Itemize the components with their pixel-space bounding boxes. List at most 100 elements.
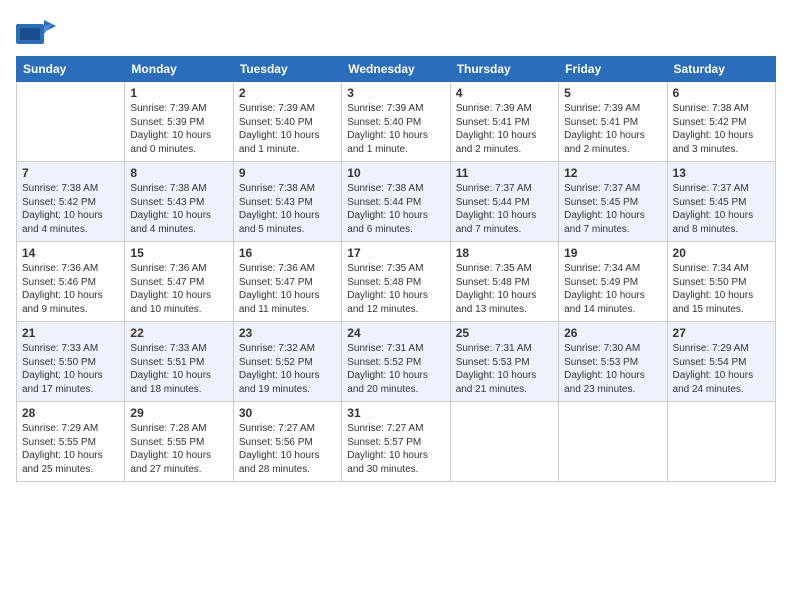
day-info: Sunrise: 7:37 AM Sunset: 5:44 PM Dayligh… bbox=[456, 182, 553, 236]
day-number: 24 bbox=[347, 326, 444, 340]
calendar-header-wednesday: Wednesday bbox=[342, 57, 450, 82]
day-info: Sunrise: 7:33 AM Sunset: 5:50 PM Dayligh… bbox=[22, 342, 119, 396]
calendar-cell: 12 Sunrise: 7:37 AM Sunset: 5:45 PM Dayli… bbox=[559, 162, 667, 242]
calendar-header-friday: Friday bbox=[559, 57, 667, 82]
calendar-cell bbox=[667, 402, 775, 482]
day-info: Sunrise: 7:34 AM Sunset: 5:49 PM Dayligh… bbox=[564, 262, 661, 316]
calendar-table: SundayMondayTuesdayWednesdayThursdayFrid… bbox=[16, 56, 776, 482]
day-number: 10 bbox=[347, 166, 444, 180]
calendar-cell: 23 Sunrise: 7:32 AM Sunset: 5:52 PM Dayli… bbox=[233, 322, 341, 402]
day-info: Sunrise: 7:36 AM Sunset: 5:47 PM Dayligh… bbox=[130, 262, 227, 316]
calendar-cell: 3 Sunrise: 7:39 AM Sunset: 5:40 PM Daylig… bbox=[342, 82, 450, 162]
calendar-cell: 28 Sunrise: 7:29 AM Sunset: 5:55 PM Dayli… bbox=[17, 402, 125, 482]
day-number: 15 bbox=[130, 246, 227, 260]
day-number: 7 bbox=[22, 166, 119, 180]
day-info: Sunrise: 7:28 AM Sunset: 5:55 PM Dayligh… bbox=[130, 422, 227, 476]
calendar-cell: 7 Sunrise: 7:38 AM Sunset: 5:42 PM Daylig… bbox=[17, 162, 125, 242]
day-info: Sunrise: 7:38 AM Sunset: 5:43 PM Dayligh… bbox=[130, 182, 227, 236]
calendar-cell: 15 Sunrise: 7:36 AM Sunset: 5:47 PM Dayli… bbox=[125, 242, 233, 322]
calendar-header-thursday: Thursday bbox=[450, 57, 558, 82]
calendar-cell: 5 Sunrise: 7:39 AM Sunset: 5:41 PM Daylig… bbox=[559, 82, 667, 162]
day-number: 19 bbox=[564, 246, 661, 260]
calendar-header-row: SundayMondayTuesdayWednesdayThursdayFrid… bbox=[17, 57, 776, 82]
day-info: Sunrise: 7:39 AM Sunset: 5:39 PM Dayligh… bbox=[130, 102, 227, 156]
calendar-cell: 4 Sunrise: 7:39 AM Sunset: 5:41 PM Daylig… bbox=[450, 82, 558, 162]
day-number: 17 bbox=[347, 246, 444, 260]
calendar-cell: 29 Sunrise: 7:28 AM Sunset: 5:55 PM Dayli… bbox=[125, 402, 233, 482]
day-info: Sunrise: 7:36 AM Sunset: 5:47 PM Dayligh… bbox=[239, 262, 336, 316]
calendar-cell: 10 Sunrise: 7:38 AM Sunset: 5:44 PM Dayli… bbox=[342, 162, 450, 242]
day-number: 22 bbox=[130, 326, 227, 340]
calendar-cell: 25Sunrise: 7:31 AM Sunset: 5:53 PM Dayli… bbox=[450, 322, 558, 402]
day-number: 31 bbox=[347, 406, 444, 420]
calendar-cell: 14 Sunrise: 7:36 AM Sunset: 5:46 PM Dayli… bbox=[17, 242, 125, 322]
day-number: 5 bbox=[564, 86, 661, 100]
day-number: 18 bbox=[456, 246, 553, 260]
calendar-week-2: 7 Sunrise: 7:38 AM Sunset: 5:42 PM Daylig… bbox=[17, 162, 776, 242]
day-number: 1 bbox=[130, 86, 227, 100]
day-info: Sunrise: 7:29 AM Sunset: 5:55 PM Dayligh… bbox=[22, 422, 119, 476]
day-number: 14 bbox=[22, 246, 119, 260]
calendar-cell: 17 Sunrise: 7:35 AM Sunset: 5:48 PM Dayli… bbox=[342, 242, 450, 322]
day-info: Sunrise: 7:32 AM Sunset: 5:52 PM Dayligh… bbox=[239, 342, 336, 396]
calendar-header-monday: Monday bbox=[125, 57, 233, 82]
day-info: Sunrise: 7:39 AM Sunset: 5:40 PM Dayligh… bbox=[347, 102, 444, 156]
day-number: 4 bbox=[456, 86, 553, 100]
day-info: Sunrise: 7:38 AM Sunset: 5:44 PM Dayligh… bbox=[347, 182, 444, 236]
day-info: Sunrise: 7:39 AM Sunset: 5:41 PM Dayligh… bbox=[456, 102, 553, 156]
day-info: Sunrise: 7:37 AM Sunset: 5:45 PM Dayligh… bbox=[673, 182, 770, 236]
day-number: 25 bbox=[456, 326, 553, 340]
calendar-cell: 27Sunrise: 7:29 AM Sunset: 5:54 PM Dayli… bbox=[667, 322, 775, 402]
day-number: 29 bbox=[130, 406, 227, 420]
day-info: Sunrise: 7:37 AM Sunset: 5:45 PM Dayligh… bbox=[564, 182, 661, 236]
day-number: 2 bbox=[239, 86, 336, 100]
calendar-header-saturday: Saturday bbox=[667, 57, 775, 82]
page-header bbox=[16, 16, 776, 48]
day-info: Sunrise: 7:30 AM Sunset: 5:53 PM Dayligh… bbox=[564, 342, 661, 396]
day-info: Sunrise: 7:35 AM Sunset: 5:48 PM Dayligh… bbox=[456, 262, 553, 316]
day-info: Sunrise: 7:38 AM Sunset: 5:43 PM Dayligh… bbox=[239, 182, 336, 236]
calendar-cell: 31 Sunrise: 7:27 AM Sunset: 5:57 PM Dayli… bbox=[342, 402, 450, 482]
calendar-cell: 13 Sunrise: 7:37 AM Sunset: 5:45 PM Dayli… bbox=[667, 162, 775, 242]
day-number: 16 bbox=[239, 246, 336, 260]
calendar-cell bbox=[450, 402, 558, 482]
day-number: 8 bbox=[130, 166, 227, 180]
calendar-cell: 21 Sunrise: 7:33 AM Sunset: 5:50 PM Dayli… bbox=[17, 322, 125, 402]
calendar-cell: 19 Sunrise: 7:34 AM Sunset: 5:49 PM Dayli… bbox=[559, 242, 667, 322]
day-info: Sunrise: 7:39 AM Sunset: 5:40 PM Dayligh… bbox=[239, 102, 336, 156]
logo bbox=[16, 16, 60, 48]
day-info: Sunrise: 7:36 AM Sunset: 5:46 PM Dayligh… bbox=[22, 262, 119, 316]
day-info: Sunrise: 7:27 AM Sunset: 5:57 PM Dayligh… bbox=[347, 422, 444, 476]
calendar-week-3: 14 Sunrise: 7:36 AM Sunset: 5:46 PM Dayli… bbox=[17, 242, 776, 322]
day-number: 9 bbox=[239, 166, 336, 180]
calendar-cell: 30 Sunrise: 7:27 AM Sunset: 5:56 PM Dayli… bbox=[233, 402, 341, 482]
day-info: Sunrise: 7:31 AM Sunset: 5:52 PM Dayligh… bbox=[347, 342, 444, 396]
calendar-cell: 1 Sunrise: 7:39 AM Sunset: 5:39 PM Daylig… bbox=[125, 82, 233, 162]
calendar-week-5: 28 Sunrise: 7:29 AM Sunset: 5:55 PM Dayli… bbox=[17, 402, 776, 482]
day-number: 13 bbox=[673, 166, 770, 180]
day-number: 20 bbox=[673, 246, 770, 260]
day-number: 6 bbox=[673, 86, 770, 100]
day-number: 23 bbox=[239, 326, 336, 340]
calendar-cell: 6 Sunrise: 7:38 AM Sunset: 5:42 PM Daylig… bbox=[667, 82, 775, 162]
calendar-cell: 18 Sunrise: 7:35 AM Sunset: 5:48 PM Dayli… bbox=[450, 242, 558, 322]
day-number: 12 bbox=[564, 166, 661, 180]
calendar-cell bbox=[17, 82, 125, 162]
day-info: Sunrise: 7:35 AM Sunset: 5:48 PM Dayligh… bbox=[347, 262, 444, 316]
day-number: 3 bbox=[347, 86, 444, 100]
calendar-cell: 20 Sunrise: 7:34 AM Sunset: 5:50 PM Dayli… bbox=[667, 242, 775, 322]
day-number: 21 bbox=[22, 326, 119, 340]
calendar-cell: 22Sunrise: 7:33 AM Sunset: 5:51 PM Dayli… bbox=[125, 322, 233, 402]
calendar-cell: 2 Sunrise: 7:39 AM Sunset: 5:40 PM Daylig… bbox=[233, 82, 341, 162]
day-info: Sunrise: 7:38 AM Sunset: 5:42 PM Dayligh… bbox=[673, 102, 770, 156]
day-info: Sunrise: 7:38 AM Sunset: 5:42 PM Dayligh… bbox=[22, 182, 119, 236]
day-number: 11 bbox=[456, 166, 553, 180]
calendar-header-tuesday: Tuesday bbox=[233, 57, 341, 82]
day-info: Sunrise: 7:34 AM Sunset: 5:50 PM Dayligh… bbox=[673, 262, 770, 316]
day-info: Sunrise: 7:27 AM Sunset: 5:56 PM Dayligh… bbox=[239, 422, 336, 476]
day-info: Sunrise: 7:39 AM Sunset: 5:41 PM Dayligh… bbox=[564, 102, 661, 156]
day-number: 30 bbox=[239, 406, 336, 420]
calendar-cell: 26Sunrise: 7:30 AM Sunset: 5:53 PM Dayli… bbox=[559, 322, 667, 402]
day-number: 28 bbox=[22, 406, 119, 420]
calendar-cell: 11 Sunrise: 7:37 AM Sunset: 5:44 PM Dayli… bbox=[450, 162, 558, 242]
